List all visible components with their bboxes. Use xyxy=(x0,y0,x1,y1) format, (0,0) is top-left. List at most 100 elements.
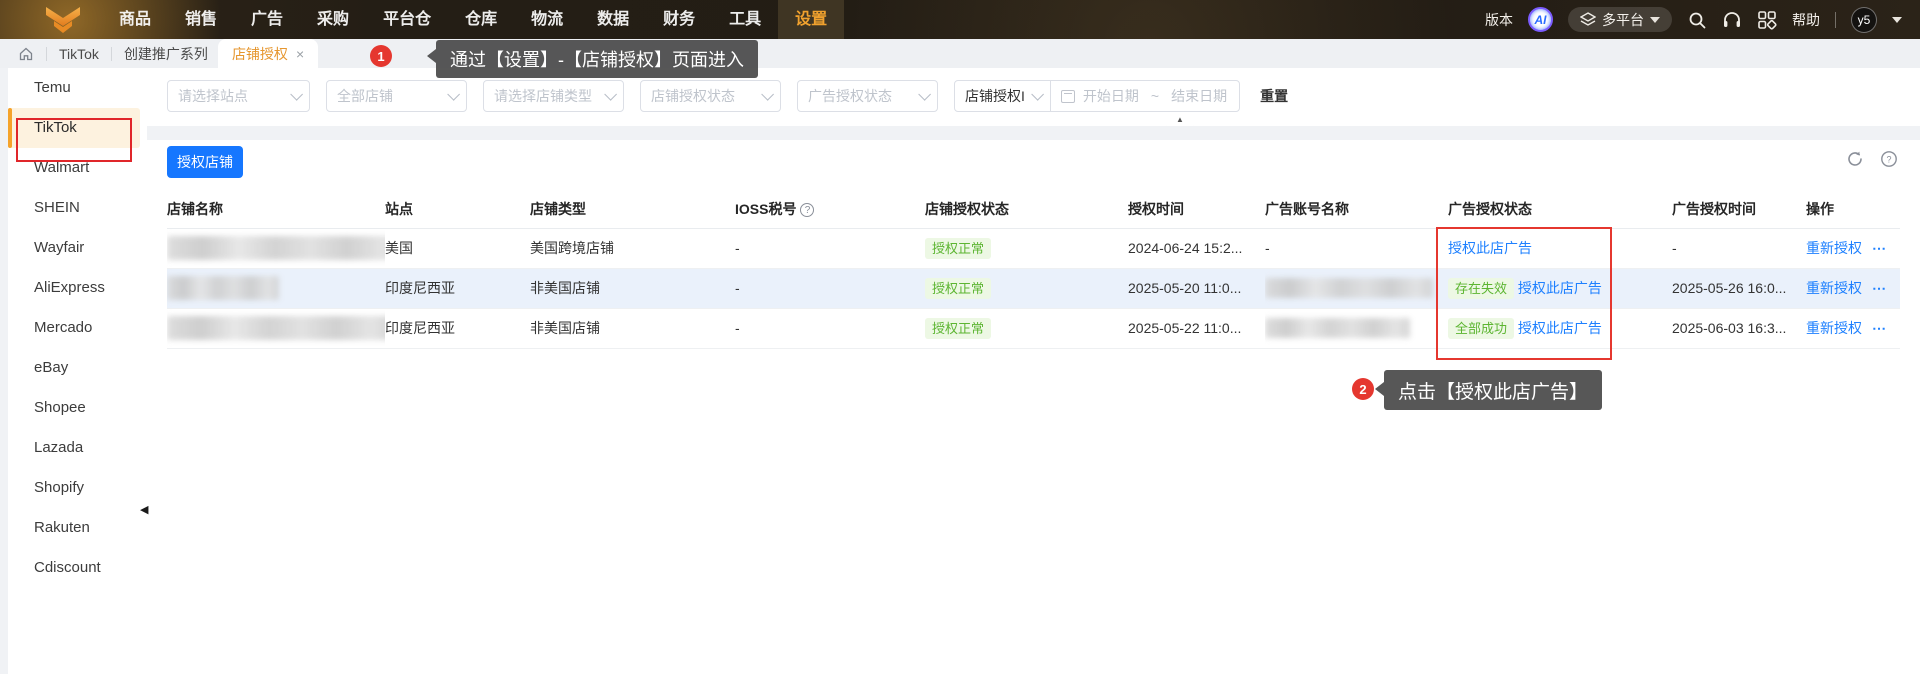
col-shop-type: 店铺类型 xyxy=(530,190,735,229)
headset-icon[interactable] xyxy=(1722,10,1742,30)
col-actions: 操作 xyxy=(1806,190,1900,229)
site-cell: 美国 xyxy=(385,228,530,269)
table-row: 印度尼西亚 非美国店铺 - 授权正常 2025-05-22 11:0... 全部… xyxy=(167,308,1900,349)
nav-item-tools[interactable]: 工具 xyxy=(712,0,778,39)
authorize-shop-button[interactable]: 授权店铺 xyxy=(167,146,243,178)
user-menu-chevron-icon[interactable] xyxy=(1892,16,1902,23)
ioss-help-icon[interactable]: ? xyxy=(800,203,815,218)
breadcrumb-page[interactable]: 创建推广系列 xyxy=(124,44,208,64)
sidebar-item-ebay[interactable]: eBay xyxy=(8,348,147,388)
calendar-icon xyxy=(1060,89,1075,103)
breadcrumb-platform[interactable]: TikTok xyxy=(59,46,99,62)
sidebar-item-wayfair[interactable]: Wayfair xyxy=(8,228,147,268)
nav-item-sales[interactable]: 销售 xyxy=(168,0,234,39)
help-link[interactable]: 帮助 xyxy=(1792,10,1820,30)
search-icon[interactable] xyxy=(1687,10,1707,30)
shop-type-cell: 美国跨境店铺 xyxy=(530,228,735,269)
more-actions-icon[interactable]: ⋯ xyxy=(1872,280,1887,296)
chevron-down-icon xyxy=(761,87,774,101)
ad-auth-status-select[interactable]: 广告授权状态 xyxy=(797,80,938,112)
end-date-input[interactable]: 结束日期 xyxy=(1171,86,1239,106)
svg-text:?: ? xyxy=(1886,155,1891,165)
start-date-input[interactable]: 开始日期 xyxy=(1083,86,1151,106)
step-1-tooltip: 通过【设置】-【店铺授权】页面进入 xyxy=(436,40,758,78)
sidebar-item-walmart[interactable]: Walmart xyxy=(8,148,147,188)
platform-switcher-label: 多平台 xyxy=(1602,11,1644,28)
ad-auth-time-cell: - xyxy=(1672,228,1806,269)
site-select[interactable]: 请选择站点 xyxy=(167,80,310,112)
nav-item-purchase[interactable]: 采购 xyxy=(300,0,366,39)
shop-auth-status-select[interactable]: 店铺授权状态 xyxy=(640,80,781,112)
nav-item-data[interactable]: 数据 xyxy=(580,0,646,39)
shop-type-cell: 非美国店铺 xyxy=(530,308,735,349)
reauthorize-link[interactable]: 重新授权 xyxy=(1806,240,1862,256)
shop-type-select[interactable]: 请选择店铺类型 xyxy=(483,80,624,112)
ioss-cell: - xyxy=(735,268,925,309)
user-avatar[interactable]: y5 xyxy=(1851,6,1877,33)
table-row: 印度尼西亚 非美国店铺 - 授权正常 2025-05-20 11:0... 存在… xyxy=(167,268,1900,309)
authorize-ads-link[interactable]: 授权此店广告 xyxy=(1518,280,1602,296)
shop-name-redacted xyxy=(167,316,385,340)
tooltip-arrow xyxy=(1375,382,1384,396)
authorize-ads-link[interactable]: 授权此店广告 xyxy=(1518,320,1602,336)
tab-shop-authorization[interactable]: 店铺授权 × xyxy=(217,39,319,68)
version-label[interactable]: 版本 xyxy=(1485,10,1513,30)
date-separator: ~ xyxy=(1150,88,1160,104)
more-actions-icon[interactable]: ⋯ xyxy=(1872,240,1887,256)
platform-switcher[interactable]: 多平台 xyxy=(1568,7,1672,32)
divider xyxy=(46,46,47,61)
sidebar-collapse-icon[interactable]: ◀ xyxy=(140,500,152,520)
nav-item-warehouse[interactable]: 仓库 xyxy=(448,0,514,39)
chevron-down-icon xyxy=(1650,16,1660,23)
sidebar-item-shein[interactable]: SHEIN xyxy=(8,188,147,228)
nav-item-platform-warehouse[interactable]: 平台仓 xyxy=(366,0,448,39)
nav-item-finance[interactable]: 财务 xyxy=(646,0,712,39)
ioss-cell: - xyxy=(735,228,925,269)
tooltip-arrow xyxy=(427,49,436,63)
more-actions-icon[interactable]: ⋯ xyxy=(1872,320,1887,336)
sidebar-item-shopee[interactable]: Shopee xyxy=(8,388,147,428)
nav-item-settings[interactable]: 设置 xyxy=(778,0,845,39)
reauthorize-link[interactable]: 重新授权 xyxy=(1806,320,1862,336)
sidebar-item-tiktok[interactable]: TikTok xyxy=(8,108,140,148)
close-icon[interactable]: × xyxy=(296,46,304,62)
reset-button[interactable]: 重置 xyxy=(1260,86,1288,106)
chevron-down-icon xyxy=(290,87,303,101)
shop-auth-status-badge: 授权正常 xyxy=(925,317,992,339)
site-cell: 印度尼西亚 xyxy=(385,268,530,309)
filter-collapse-button[interactable]: ▲ xyxy=(1160,114,1200,126)
help-circle-icon[interactable]: ? xyxy=(1880,150,1898,168)
date-type-value: 店铺授权I xyxy=(965,88,1025,104)
authorize-ads-link[interactable]: 授权此店广告 xyxy=(1448,240,1532,256)
ad-auth-time-cell: 2025-06-03 16:3... xyxy=(1672,308,1806,349)
reauthorize-link[interactable]: 重新授权 xyxy=(1806,280,1862,296)
sidebar-item-aliexpress[interactable]: AliExpress xyxy=(8,268,147,308)
home-icon[interactable] xyxy=(18,46,34,62)
divider xyxy=(1835,11,1836,28)
nav-item-logistics[interactable]: 物流 xyxy=(514,0,580,39)
sidebar-item-lazada[interactable]: Lazada xyxy=(8,428,147,468)
nav-item-ads[interactable]: 广告 xyxy=(234,0,300,39)
shop-type-placeholder: 请选择店铺类型 xyxy=(494,88,592,104)
apps-grid-icon[interactable] xyxy=(1757,10,1777,30)
sidebar-item-mercado[interactable]: Mercado xyxy=(8,308,147,348)
filter-panel: 请选择站点 全部店铺 请选择店铺类型 店铺授权状态 广告授权状态 店铺授权I 开 xyxy=(147,68,1920,126)
date-type-select[interactable]: 店铺授权I xyxy=(955,86,1050,106)
sidebar-item-shopify[interactable]: Shopify xyxy=(8,468,147,508)
app-logo-icon xyxy=(46,6,80,33)
col-shop-name: 店铺名称 xyxy=(167,190,385,229)
ai-assistant-icon[interactable]: AI xyxy=(1528,7,1553,32)
shop-auth-status-badge: 授权正常 xyxy=(925,237,992,259)
ad-account-redacted xyxy=(1265,278,1433,298)
refresh-icon[interactable] xyxy=(1846,150,1864,168)
sidebar-item-cdiscount[interactable]: Cdiscount xyxy=(8,548,147,588)
shop-name-redacted xyxy=(167,236,385,260)
auth-time-cell: 2025-05-20 11:0... xyxy=(1128,268,1265,309)
shop-select[interactable]: 全部店铺 xyxy=(326,80,467,112)
sidebar-item-rakuten[interactable]: Rakuten xyxy=(8,508,147,548)
ad-auth-status-badge: 存在失效 xyxy=(1448,277,1515,299)
ad-auth-status-badge: 全部成功 xyxy=(1448,317,1515,339)
shop-auth-status-placeholder: 店铺授权状态 xyxy=(651,88,735,104)
nav-item-products[interactable]: 商品 xyxy=(102,0,168,39)
sidebar-item-temu[interactable]: Temu xyxy=(8,68,147,108)
